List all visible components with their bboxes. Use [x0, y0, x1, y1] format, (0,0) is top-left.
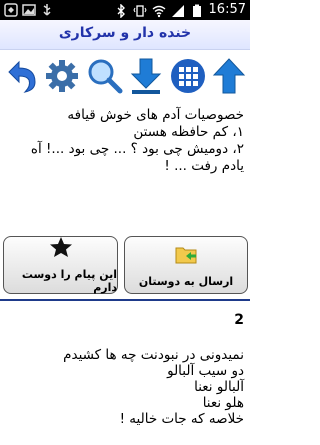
send-icon [174, 243, 198, 269]
signal-icon [171, 3, 185, 17]
like-button-label: این پیام را دوست دارم [21, 268, 117, 294]
message-text-1: خصوصیات آدم های خوش قیافه ۱، کم حافظه هس… [6, 107, 244, 175]
grid-icon [168, 56, 208, 100]
download-icon [126, 56, 166, 100]
message-line: دو سیب آلبالو [167, 363, 244, 379]
message-line: خصوصیات آدم های خوش قیافه [67, 107, 244, 123]
search-icon [84, 56, 124, 100]
image-icon [22, 2, 36, 16]
back-icon [1, 56, 41, 100]
item-number: 2 [234, 312, 244, 328]
send-to-friends-button[interactable]: ارسال به دوستان [124, 236, 248, 294]
message-line: آلبالو نعنا [194, 379, 244, 395]
send-button-label: ارسال به دوستان [138, 274, 234, 288]
app-title: خنده دار و سرکاری [58, 25, 192, 41]
message-line: نمیدونی در نبودنت چه ها کشیدم [63, 347, 244, 363]
vibrate-icon [132, 3, 147, 17]
wifi-icon [152, 3, 166, 18]
settings-button[interactable] [42, 56, 82, 100]
message-line: خلاصه که جات خالیه ! [119, 411, 244, 427]
status-time: 16:57 [208, 2, 246, 17]
up-arrow-icon [209, 56, 249, 100]
search-button[interactable] [84, 56, 124, 100]
notification-icon [4, 2, 18, 17]
divider [0, 299, 250, 301]
bluetooth-icon [114, 3, 128, 19]
up-button[interactable] [209, 56, 249, 100]
settings-icon [42, 56, 82, 100]
message-line: یادم رفت ... ! [164, 158, 244, 174]
battery-icon [190, 3, 204, 17]
title-bar: خنده دار و سرکاری [0, 20, 250, 50]
like-button[interactable]: این پیام را دوست دارم [3, 236, 118, 294]
message-line: ۱، کم حافظه هستن [133, 124, 244, 140]
download-button[interactable] [126, 56, 166, 100]
grid-button[interactable] [168, 56, 208, 100]
message-line: هلو نعنا [202, 395, 244, 411]
status-bar-right: 16:57 [114, 1, 246, 19]
status-bar-left [4, 2, 54, 17]
back-button[interactable] [1, 56, 41, 100]
star-icon [49, 236, 73, 262]
usb-icon [40, 2, 54, 16]
action-bar: این پیام را دوست دارم ارسال به دوستان [0, 236, 250, 296]
message-text-2: نمیدونی در نبودنت چه ها کشیدم دو سیب آلب… [6, 347, 244, 427]
toolbar [0, 52, 250, 104]
status-bar: 16:57 [0, 0, 250, 20]
message-line: ۲، دومیش چی بود ؟ ... چی بود ...! آه [30, 141, 244, 157]
